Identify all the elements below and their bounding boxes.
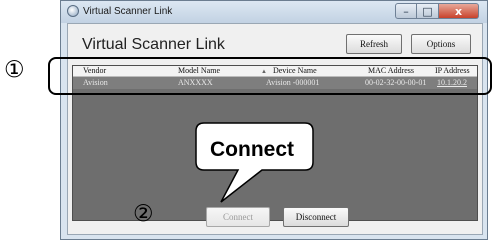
callout-label: Connect — [210, 138, 294, 161]
callout-shape — [195, 122, 314, 203]
callout-bubble — [195, 122, 314, 203]
